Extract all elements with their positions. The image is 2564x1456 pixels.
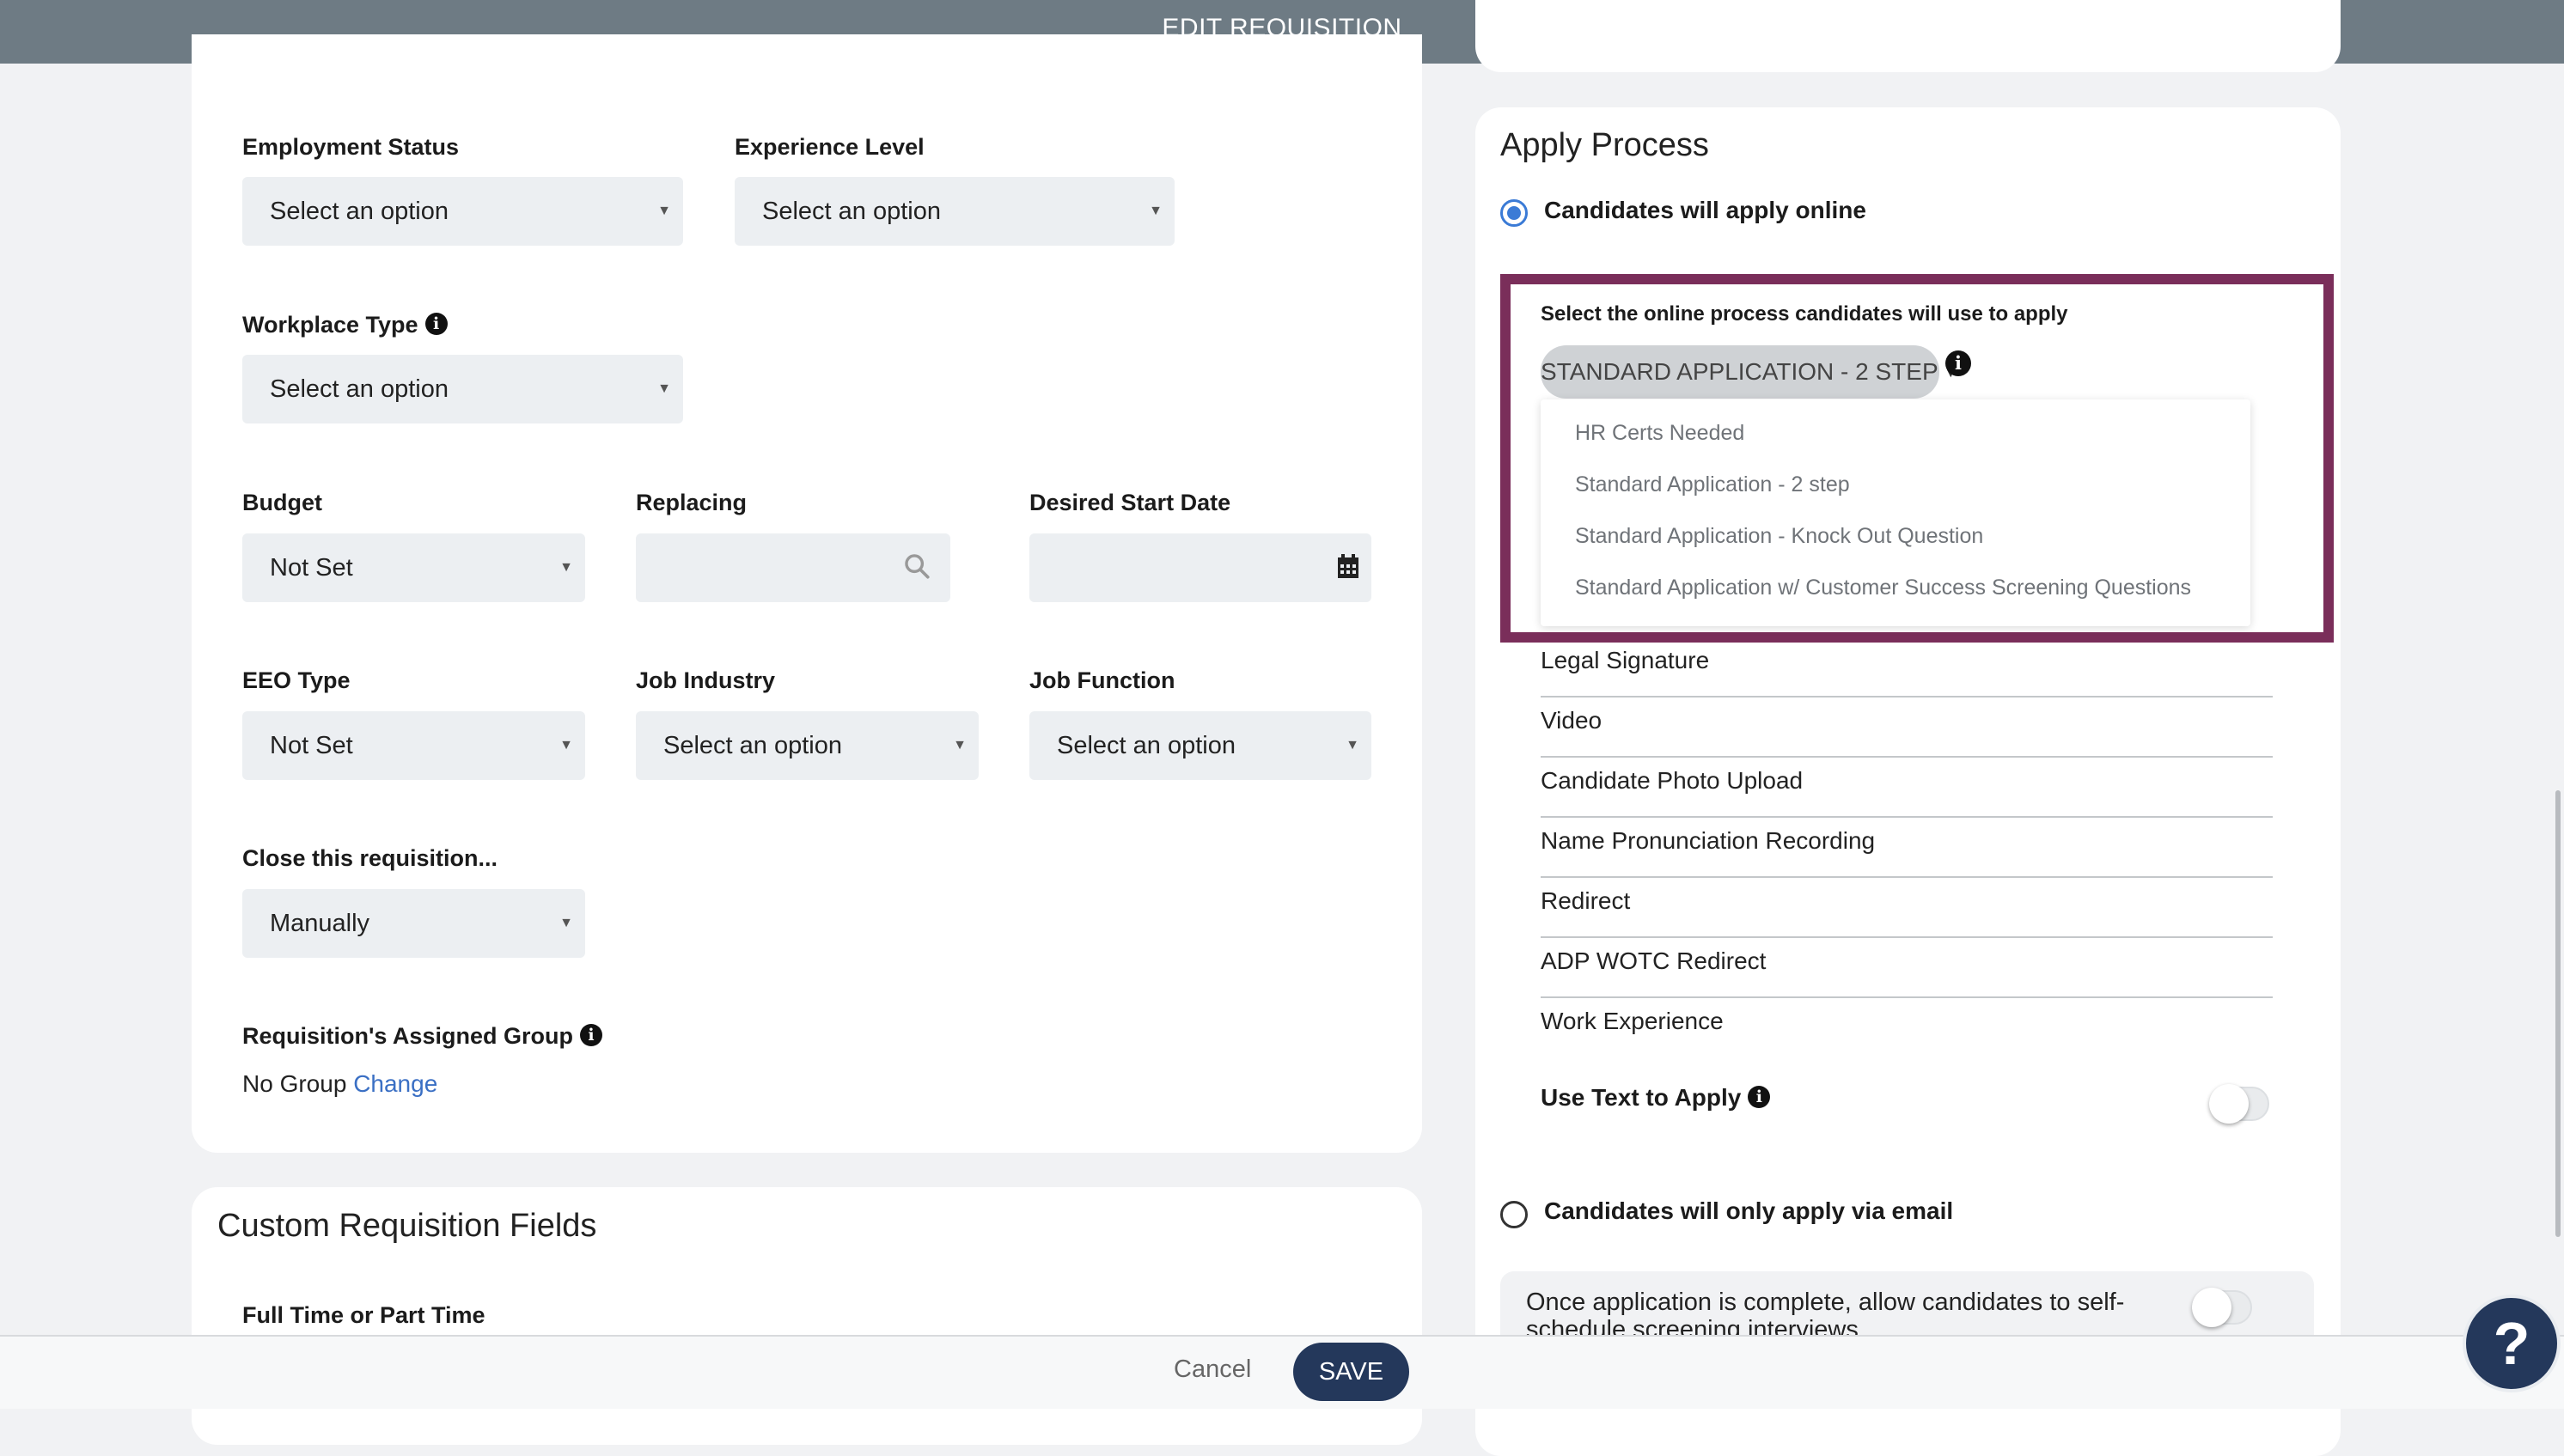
assigned-group-value: No Group bbox=[242, 1070, 347, 1097]
employment-status-value: Select an option bbox=[270, 198, 449, 225]
job-function-select[interactable]: Select an option ▼ bbox=[1029, 711, 1371, 780]
job-industry-value: Select an option bbox=[663, 732, 842, 759]
caret-down-icon: ▼ bbox=[657, 204, 671, 218]
calendar-icon[interactable] bbox=[1336, 554, 1360, 580]
caret-down-icon: ▼ bbox=[1346, 738, 1359, 752]
eeo-type-label: EEO Type bbox=[242, 667, 351, 693]
dropdown-option[interactable]: HR Certs Needed bbox=[1575, 421, 1744, 446]
caret-down-icon: ▼ bbox=[559, 738, 573, 752]
online-process-selected-value: STANDARD APPLICATION - 2 STEP bbox=[1541, 358, 1938, 385]
apply-step-item[interactable]: Video bbox=[1541, 697, 2273, 758]
full-time-part-time-label: Full Time or Part Time bbox=[242, 1302, 485, 1328]
close-requisition-value: Manually bbox=[270, 910, 370, 937]
apply-via-email-radio[interactable] bbox=[1500, 1201, 1528, 1228]
online-process-select[interactable]: STANDARD APPLICATION - 2 STEP ▼ bbox=[1541, 345, 1957, 399]
experience-level-label: Experience Level bbox=[735, 134, 925, 160]
text-to-apply-label: Use Text to Apply i bbox=[1541, 1084, 1771, 1112]
employment-status-label: Employment Status bbox=[242, 134, 460, 160]
close-requisition-label: Close this requisition... bbox=[242, 845, 498, 871]
text-to-apply-label-text: Use Text to Apply bbox=[1541, 1084, 1742, 1111]
workplace-type-label-text: Workplace Type bbox=[242, 312, 418, 338]
text-to-apply-toggle[interactable] bbox=[2209, 1084, 2269, 1124]
apply-process-title: Apply Process bbox=[1500, 127, 1709, 163]
budget-select[interactable]: Not Set ▼ bbox=[242, 533, 585, 602]
experience-level-select[interactable]: Select an option ▼ bbox=[735, 177, 1175, 246]
apply-online-radio[interactable] bbox=[1500, 199, 1528, 227]
apply-online-label[interactable]: Candidates will apply online bbox=[1544, 197, 1866, 224]
eeo-type-select[interactable]: Not Set ▼ bbox=[242, 711, 585, 780]
workplace-type-label: Workplace Type i bbox=[242, 312, 448, 338]
custom-fields-title: Custom Requisition Fields bbox=[217, 1208, 597, 1244]
job-industry-select[interactable]: Select an option ▼ bbox=[636, 711, 979, 780]
apply-step-item[interactable]: ADP WOTC Redirect bbox=[1541, 937, 2273, 998]
apply-step-item[interactable]: Candidate Photo Upload bbox=[1541, 757, 2273, 818]
assigned-group-value-row: No Group Change bbox=[242, 1070, 437, 1098]
apply-via-email-label[interactable]: Candidates will only apply via email bbox=[1544, 1197, 1953, 1225]
caret-down-icon: ▼ bbox=[559, 916, 573, 930]
footer-bar bbox=[0, 1335, 2564, 1409]
search-icon[interactable] bbox=[902, 551, 931, 581]
workplace-type-value: Select an option bbox=[270, 375, 449, 403]
save-button[interactable]: SAVE bbox=[1293, 1343, 1409, 1401]
apply-step-item[interactable]: Redirect bbox=[1541, 877, 2273, 938]
workplace-type-select[interactable]: Select an option ▼ bbox=[242, 355, 683, 423]
caret-down-icon: ▼ bbox=[559, 560, 573, 575]
caret-down-icon: ▼ bbox=[657, 381, 671, 396]
apply-step-item[interactable]: Name Pronunciation Recording bbox=[1541, 817, 2273, 878]
assigned-group-label: Requisition's Assigned Group i bbox=[242, 1023, 602, 1050]
question-mark-icon: ? bbox=[2493, 1310, 2530, 1377]
self-schedule-toggle[interactable] bbox=[2192, 1288, 2252, 1327]
experience-level-value: Select an option bbox=[762, 198, 941, 225]
assigned-group-label-text: Requisition's Assigned Group bbox=[242, 1023, 573, 1049]
apply-step-item[interactable]: Legal Signature bbox=[1541, 637, 2273, 698]
change-group-link[interactable]: Change bbox=[353, 1070, 437, 1097]
dropdown-option[interactable]: Standard Application w/ Customer Success… bbox=[1575, 576, 2191, 600]
info-icon[interactable]: i bbox=[579, 1023, 602, 1046]
cancel-button[interactable]: Cancel bbox=[1174, 1355, 1251, 1384]
toggle-knob bbox=[2209, 1084, 2249, 1124]
toggle-knob bbox=[2192, 1288, 2231, 1327]
job-function-label: Job Function bbox=[1029, 667, 1175, 693]
caret-down-icon: ▼ bbox=[953, 738, 967, 752]
desired-start-date-label: Desired Start Date bbox=[1029, 490, 1231, 515]
eeo-type-value: Not Set bbox=[270, 732, 353, 759]
job-function-value: Select an option bbox=[1057, 732, 1236, 759]
help-button[interactable]: ? bbox=[2463, 1295, 2561, 1392]
dropdown-option[interactable]: Standard Application - Knock Out Questio… bbox=[1575, 524, 1983, 549]
caret-down-icon: ▼ bbox=[1149, 204, 1163, 218]
close-requisition-select[interactable]: Manually ▼ bbox=[242, 889, 585, 958]
apply-step-item[interactable]: Work Experience bbox=[1541, 997, 2273, 1057]
page-scrollbar[interactable] bbox=[2555, 790, 2561, 1237]
info-icon[interactable]: i bbox=[1945, 350, 1971, 376]
job-industry-label: Job Industry bbox=[636, 667, 776, 693]
previous-section-panel bbox=[1475, 0, 2341, 72]
budget-value: Not Set bbox=[270, 554, 353, 582]
info-icon[interactable]: i bbox=[1748, 1085, 1771, 1108]
online-process-select-label: Select the online process candidates wil… bbox=[1541, 302, 2068, 326]
budget-label: Budget bbox=[242, 490, 322, 515]
desired-start-date-input[interactable] bbox=[1029, 533, 1371, 602]
replacing-label: Replacing bbox=[636, 490, 748, 515]
info-icon[interactable]: i bbox=[424, 312, 448, 335]
replacing-search-input[interactable] bbox=[636, 533, 950, 602]
employment-status-select[interactable]: Select an option ▼ bbox=[242, 177, 683, 246]
dropdown-option[interactable]: Standard Application - 2 step bbox=[1575, 472, 1850, 497]
